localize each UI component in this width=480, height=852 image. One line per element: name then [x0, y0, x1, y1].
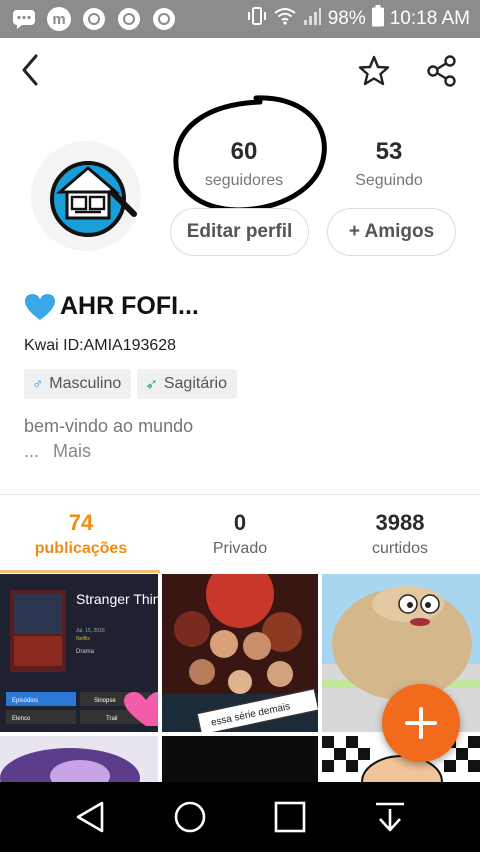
active-tab-indicator	[0, 570, 160, 573]
plus-icon	[405, 707, 437, 739]
tab-private[interactable]: 0 Privado	[190, 510, 290, 558]
profile-name: AHR FOFI...	[60, 292, 199, 320]
wifi-icon	[274, 6, 296, 32]
show-network: Netflix	[76, 636, 90, 642]
cast-tab: Elenco	[12, 716, 31, 722]
share-icon[interactable]	[424, 53, 460, 89]
chrome-icon	[115, 6, 142, 33]
blue-heart-icon	[24, 293, 56, 321]
battery-percent: 98%	[327, 8, 366, 29]
top-bar	[0, 38, 480, 106]
private-label: Privado	[212, 540, 268, 557]
following-count: 53	[375, 138, 403, 165]
followers-count: 60	[230, 138, 258, 165]
show-date: Jul. 15, 2016	[76, 628, 105, 634]
profile-name-row: AHR FOFI...	[24, 292, 199, 321]
followers-stat[interactable]: 60 seguidores	[185, 138, 303, 190]
synopsis-tab: Sinopse	[94, 698, 116, 704]
add-friends-button[interactable]: + Amigos	[327, 208, 456, 256]
zodiac-tag[interactable]: ➶ Sagitário	[137, 369, 238, 399]
home-icon[interactable]	[168, 795, 212, 839]
tab-posts[interactable]: 74 publicações	[20, 510, 142, 558]
zodiac-label: Sagitário	[163, 375, 228, 392]
show-title: Stranger Things	[76, 591, 158, 607]
following-label: Seguindo	[355, 172, 423, 189]
trailer-tab: Trail	[106, 716, 117, 722]
episodes-tab: Episódios	[12, 698, 38, 704]
notification-pulldown-icon[interactable]	[368, 795, 412, 839]
recents-icon[interactable]	[268, 795, 312, 839]
kwai-id: Kwai ID:AMIA193628	[24, 337, 177, 354]
chrome-icon	[80, 6, 107, 33]
post-thumbnail[interactable]: essa série demais	[162, 574, 318, 732]
sagittarius-icon: ➶	[145, 376, 158, 393]
battery-icon	[371, 5, 384, 33]
back-icon[interactable]	[68, 795, 112, 839]
gender-label: Masculino	[49, 375, 122, 392]
chat-icon	[10, 6, 37, 33]
liked-count: 3988	[375, 510, 425, 535]
create-post-button[interactable]	[382, 684, 460, 762]
back-arrow-icon[interactable]	[14, 50, 50, 90]
liked-label: curtidos	[371, 540, 429, 557]
ellipsis: ...	[24, 441, 40, 461]
followers-label: seguidores	[204, 172, 284, 189]
svg-text:m: m	[52, 11, 65, 28]
more-link[interactable]: Mais	[53, 441, 91, 462]
post-thumbnail[interactable]	[0, 736, 158, 782]
divider	[0, 494, 480, 495]
signal-icon	[302, 6, 322, 32]
chrome-icon	[150, 6, 177, 33]
male-icon: ♂	[32, 375, 44, 393]
gender-tag[interactable]: ♂ Masculino	[24, 369, 132, 399]
status-bar: m 98% 10:18 AM	[0, 0, 480, 38]
show-genre: Drama	[76, 649, 95, 655]
private-count: 0	[233, 510, 247, 535]
profile-tags: ♂ Masculino ➶ Sagitário	[24, 369, 238, 399]
posts-count: 74	[68, 510, 94, 535]
m-app-icon: m	[45, 6, 72, 33]
post-thumbnail[interactable]: Stranger Things Jul. 15, 2016 Netflix Dr…	[0, 574, 158, 732]
posts-label: publicações	[34, 540, 128, 557]
system-nav-bar	[0, 782, 480, 852]
bio-more-row[interactable]: ... Mais	[24, 441, 91, 462]
clock: 10:18 AM	[389, 8, 470, 29]
bio-text: bem-vindo ao mundo	[24, 416, 194, 436]
edit-profile-button[interactable]: Editar perfil	[170, 208, 309, 256]
avatar[interactable]	[30, 140, 142, 252]
tab-liked[interactable]: 3988 curtidos	[345, 510, 455, 558]
following-stat[interactable]: 53 Seguindo	[336, 138, 442, 190]
star-icon[interactable]	[356, 53, 392, 89]
vibrate-icon	[246, 5, 268, 33]
post-thumbnail[interactable]	[162, 736, 318, 782]
